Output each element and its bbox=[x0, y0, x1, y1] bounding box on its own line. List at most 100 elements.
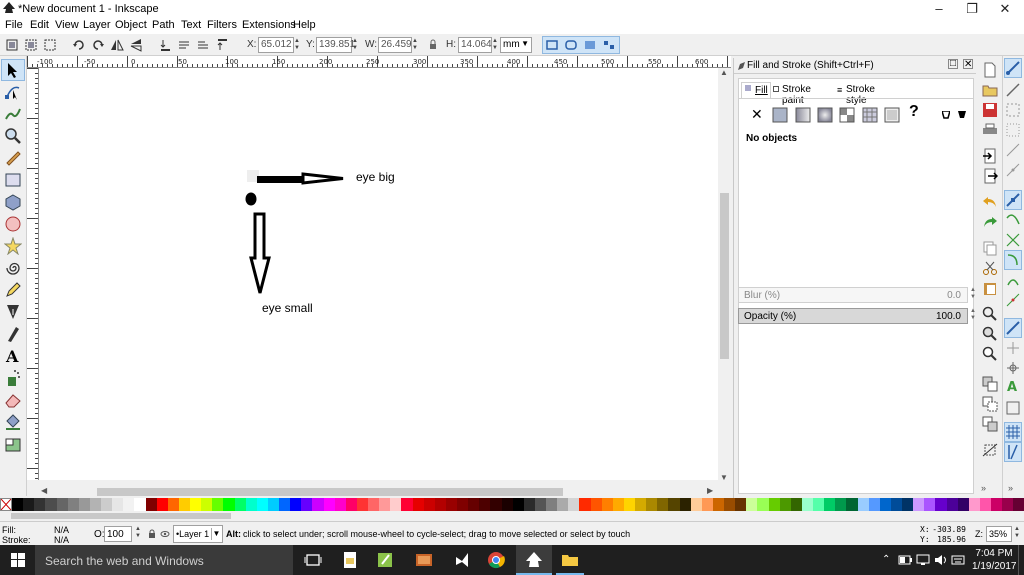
palette-swatch[interactable] bbox=[991, 498, 1003, 511]
menu-extensions[interactable]: Extensions bbox=[242, 19, 296, 31]
pattern-icon[interactable] bbox=[862, 107, 878, 123]
tray-expand-icon[interactable]: ⌃ bbox=[882, 554, 890, 565]
palette-swatch[interactable] bbox=[790, 498, 802, 511]
unlink-clone-icon[interactable] bbox=[982, 416, 998, 432]
palette-swatch[interactable] bbox=[657, 498, 669, 511]
minimize-button[interactable]: – bbox=[922, 0, 956, 18]
palette-swatch[interactable] bbox=[123, 498, 135, 511]
rectangle-tool-icon[interactable] bbox=[4, 171, 22, 189]
move-gradients-icon[interactable] bbox=[583, 38, 597, 52]
zoom-tool-icon[interactable] bbox=[4, 127, 22, 145]
chrome-icon[interactable] bbox=[486, 550, 506, 570]
palette-swatch[interactable] bbox=[312, 498, 324, 511]
snap-overflow-icon[interactable]: » bbox=[1008, 483, 1013, 493]
palette-swatch[interactable] bbox=[34, 498, 46, 511]
horizontal-scrollbar[interactable]: ◀ ▶ bbox=[27, 486, 731, 498]
paint-bucket-tool-icon[interactable] bbox=[4, 413, 22, 431]
palette-swatch[interactable] bbox=[701, 498, 713, 511]
file-explorer-doc-icon[interactable] bbox=[340, 550, 360, 570]
zoom-input[interactable]: 35% bbox=[986, 526, 1012, 542]
palette-swatch[interactable] bbox=[145, 498, 157, 511]
calligraphy-tool-icon[interactable] bbox=[4, 325, 22, 343]
keyboard-icon[interactable] bbox=[951, 554, 965, 566]
deselect-icon[interactable] bbox=[43, 38, 57, 52]
palette-swatch[interactable] bbox=[824, 498, 836, 511]
tab-stroke-paint[interactable]: Stroke paint bbox=[773, 83, 835, 106]
eye-small-arrow[interactable] bbox=[249, 212, 271, 294]
palette-swatch[interactable] bbox=[256, 498, 268, 511]
menu-edit[interactable]: Edit bbox=[30, 19, 49, 31]
palette-swatch[interactable] bbox=[89, 498, 101, 511]
palette-swatch[interactable] bbox=[445, 498, 457, 511]
import-icon[interactable] bbox=[982, 148, 998, 164]
palette-swatch[interactable] bbox=[512, 498, 524, 511]
menu-text[interactable]: Text bbox=[181, 19, 201, 31]
palette-swatch[interactable] bbox=[779, 498, 791, 511]
y-input[interactable]: 139.851 ▲ ▼ bbox=[316, 37, 358, 53]
layer-visibility-icon[interactable] bbox=[160, 529, 170, 539]
palette-swatch[interactable] bbox=[479, 498, 491, 511]
no-paint-icon[interactable]: ✕ bbox=[751, 106, 763, 123]
palette-swatch[interactable] bbox=[902, 498, 914, 511]
menu-file[interactable]: File bbox=[5, 19, 23, 31]
snap-grids-icon[interactable] bbox=[1005, 424, 1021, 440]
palette-swatch[interactable] bbox=[1013, 498, 1024, 511]
flat-color-icon[interactable] bbox=[772, 107, 788, 123]
palette-swatch[interactable] bbox=[279, 498, 291, 511]
dialog-iconify-button[interactable]: □ bbox=[948, 59, 958, 69]
palette-swatch[interactable] bbox=[234, 498, 246, 511]
palette-swatch[interactable] bbox=[979, 498, 991, 511]
snap-intersections-icon[interactable] bbox=[1005, 232, 1021, 248]
palette-swatch[interactable] bbox=[56, 498, 68, 511]
palette-swatch[interactable] bbox=[957, 498, 969, 511]
photo-app-icon[interactable] bbox=[414, 550, 434, 570]
palette-swatch[interactable] bbox=[167, 498, 179, 511]
palette-swatch[interactable] bbox=[868, 498, 880, 511]
palette-swatch[interactable] bbox=[690, 498, 702, 511]
palette-swatch[interactable] bbox=[156, 498, 168, 511]
eye-big-arrow-head[interactable] bbox=[301, 172, 344, 185]
palette-swatch[interactable] bbox=[612, 498, 624, 511]
swatch-icon[interactable] bbox=[884, 107, 900, 123]
palette-swatch[interactable] bbox=[601, 498, 613, 511]
fill-rule-nonzero-icon[interactable] bbox=[958, 111, 966, 119]
eye-small-label[interactable]: eye small bbox=[262, 301, 313, 315]
palette-swatch[interactable] bbox=[968, 498, 980, 511]
fill-rule-evenodd-icon[interactable] bbox=[942, 111, 950, 119]
h-input[interactable]: 14.064 ▲ ▼ bbox=[458, 37, 498, 53]
zoom-spin-arrows[interactable]: ▲ ▼ bbox=[1014, 526, 1020, 540]
palette-swatch[interactable] bbox=[757, 498, 769, 511]
palette-swatch[interactable] bbox=[846, 498, 858, 511]
drawing-canvas[interactable]: eye big eye small bbox=[39, 68, 718, 480]
zoom-selection-icon[interactable] bbox=[982, 306, 998, 322]
palette-swatch[interactable] bbox=[45, 498, 57, 511]
palette-swatch[interactable] bbox=[323, 498, 335, 511]
show-desktop-button[interactable] bbox=[1018, 545, 1024, 575]
unit-select[interactable]: mm ▼ bbox=[500, 37, 532, 53]
linear-gradient-icon[interactable] bbox=[795, 107, 811, 123]
palette-swatch[interactable] bbox=[12, 498, 24, 511]
palette-swatch[interactable] bbox=[390, 498, 402, 511]
palette-swatch[interactable] bbox=[913, 498, 925, 511]
palette-swatch[interactable] bbox=[946, 498, 958, 511]
palette-swatch[interactable] bbox=[423, 498, 435, 511]
palette-swatch[interactable] bbox=[1002, 498, 1014, 511]
taskbar-search-box[interactable]: Search the web and Windows bbox=[35, 545, 293, 575]
pen-tool-icon[interactable] bbox=[4, 303, 22, 321]
lock-icon[interactable] bbox=[426, 38, 440, 52]
dialog-close-button[interactable]: ✕ bbox=[963, 59, 973, 70]
folder-icon[interactable] bbox=[560, 550, 580, 570]
snap-rotation-center-icon[interactable] bbox=[1005, 360, 1021, 376]
inkscape-task-active[interactable] bbox=[516, 545, 552, 575]
snap-others-icon[interactable] bbox=[1005, 320, 1021, 336]
snap-bbox-midpoint-icon[interactable] bbox=[1005, 142, 1021, 158]
palette-swatch[interactable] bbox=[768, 498, 780, 511]
visual-studio-icon[interactable] bbox=[452, 550, 472, 570]
menu-filters[interactable]: Filters bbox=[207, 19, 237, 31]
palette-swatch[interactable] bbox=[801, 498, 813, 511]
network-icon[interactable] bbox=[916, 554, 930, 566]
tab-stroke-style[interactable]: ≡ Stroke style bbox=[837, 83, 897, 106]
palette-swatch[interactable] bbox=[379, 498, 391, 511]
battery-icon[interactable] bbox=[898, 555, 912, 565]
blur-slider[interactable]: Blur (%) 0.0 bbox=[738, 287, 968, 303]
